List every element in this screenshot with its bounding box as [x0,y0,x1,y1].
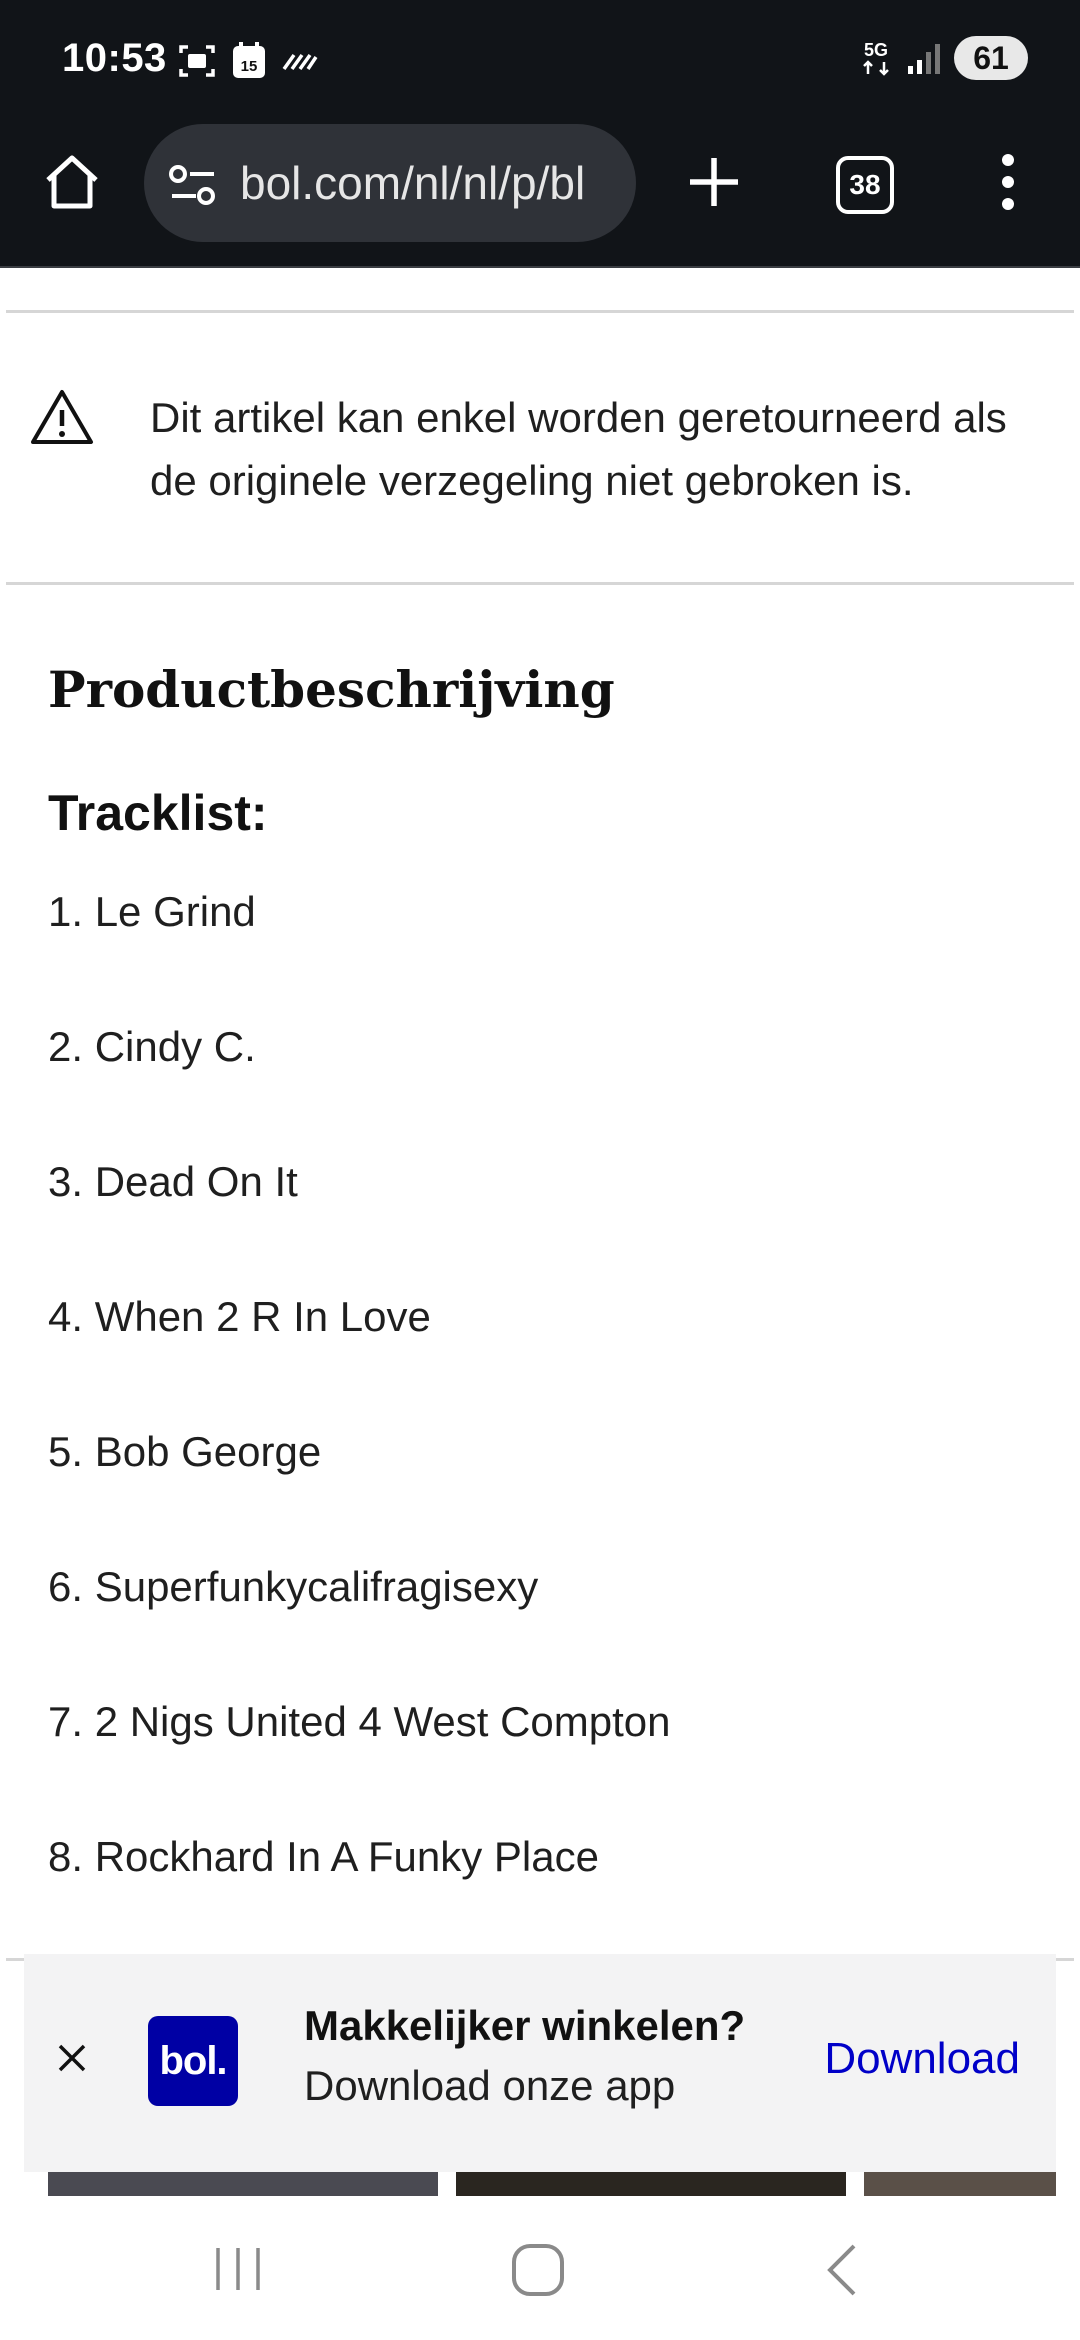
product-description-heading: Productbeschrijving [48,660,615,719]
url-text[interactable]: bol.com/nl/nl/p/bl [240,156,620,210]
download-app-link[interactable]: Download [824,2034,1020,2084]
screenshot-icon [179,45,215,77]
return-notice-text: Dit artikel kan enkel worden geretournee… [150,394,1007,504]
signal-stripes-icon [282,53,318,71]
more-menu-icon[interactable] [990,150,1026,214]
tab-switcher-button[interactable]: 38 [836,156,894,214]
browser-toolbar: bol.com/nl/nl/p/bl 38 [0,120,1080,268]
track-item: 3. Dead On It [48,1158,298,1205]
track-item: 1. Le Grind [48,888,256,935]
banner-subtitle: Download onze app [304,2062,676,2109]
divider [6,310,1074,313]
track-item: 2. Cindy C. [48,1023,256,1070]
system-navigation-bar [0,2196,1080,2340]
status-bar: 10:53 15 5G 61 [0,0,1080,120]
track-item: 4. When 2 R In Love [48,1293,431,1340]
new-tab-icon[interactable] [684,152,744,212]
banner-title: Makkelijker winkelen? [304,2002,746,2049]
site-settings-icon[interactable] [168,164,218,206]
status-system-icons: 5G 61 [858,36,1028,80]
bol-app-logo: bol. [148,2016,238,2106]
recent-apps-icon[interactable] [212,2246,264,2292]
track-item: 7. 2 Nigs United 4 West Compton [48,1698,671,1745]
status-notifications: 15 [178,42,318,80]
svg-text:5G: 5G [864,40,888,60]
address-bar[interactable]: bol.com/nl/nl/p/bl [144,124,636,242]
tracklist: 1. Le Grind 2. Cindy C. 3. Dead On It 4.… [48,884,671,1964]
calendar-icon: 15 [233,42,265,78]
track-item: 6. Superfunkycalifragisexy [48,1563,539,1610]
network-5g-icon: 5G [863,40,889,76]
product-thumbnail[interactable] [864,2172,1056,2196]
product-thumbnail[interactable] [48,2172,438,2196]
cell-signal-icon [908,44,940,74]
back-icon[interactable] [822,2242,862,2298]
close-icon[interactable] [54,2040,90,2076]
tracklist-heading: Tracklist: [48,785,268,841]
product-thumbnail[interactable] [456,2172,846,2196]
track-item: 8. Rockhard In A Funky Place [48,1833,599,1880]
divider [6,582,1074,585]
status-time: 10:53 [62,36,167,80]
home-button-icon[interactable] [510,2242,566,2298]
track-item: 5. Bob George [48,1428,322,1475]
home-icon[interactable] [40,150,104,214]
battery-level: 61 [954,36,1028,80]
warning-icon [31,390,93,444]
product-thumbnails-strip [0,2172,1080,2196]
app-download-banner: bol. Makkelijker winkelen? Download onze… [24,1954,1056,2172]
svg-text:15: 15 [241,58,258,75]
